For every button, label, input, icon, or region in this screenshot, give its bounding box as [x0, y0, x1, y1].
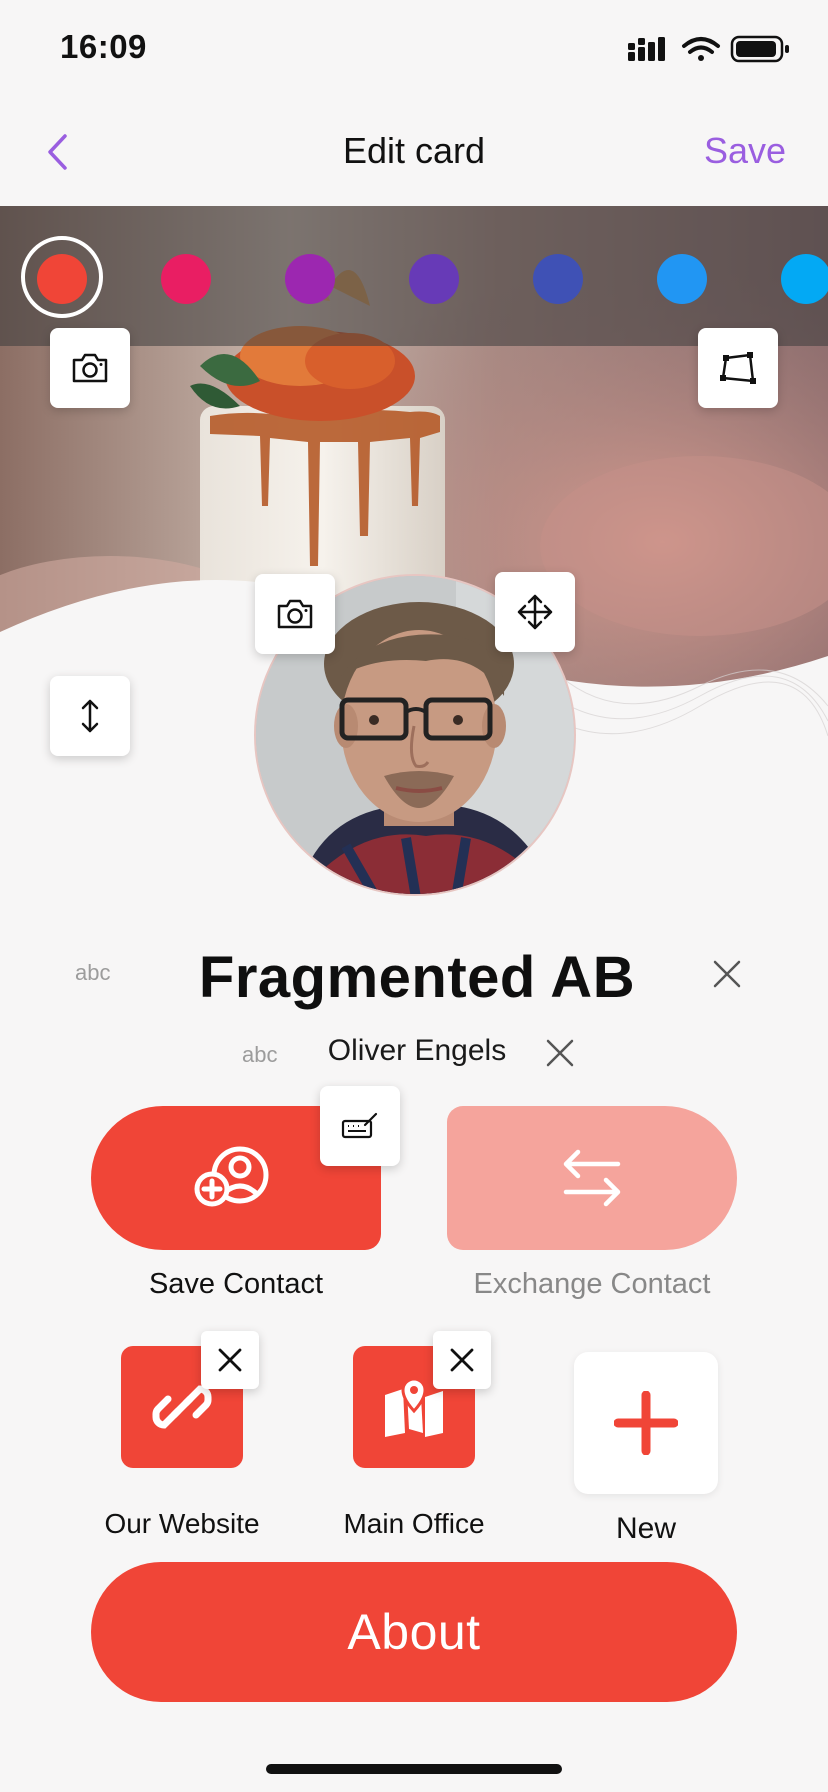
swatch-purple[interactable] [285, 254, 335, 304]
camera-icon [277, 599, 313, 629]
swatch-indigo[interactable] [533, 254, 583, 304]
person-name[interactable]: Oliver Engels [0, 1034, 828, 1068]
move-profile-photo-button[interactable] [495, 572, 575, 652]
home-indicator [266, 1764, 562, 1774]
link-label-website: Our Website [104, 1508, 260, 1539]
battery-icon [730, 35, 789, 63]
keyboard-edit-icon [341, 1112, 378, 1139]
link-label-main-office: Main Office [343, 1508, 485, 1539]
swatch-red[interactable] [37, 254, 87, 304]
signal-icon [628, 37, 665, 61]
status-icons [624, 34, 794, 64]
move-arrows-icon [517, 594, 553, 630]
swatch-blue[interactable] [657, 254, 707, 304]
plus-icon [614, 1391, 678, 1455]
camera-icon [72, 353, 108, 383]
remove-main-office-link-button[interactable] [433, 1331, 491, 1389]
change-profile-photo-button[interactable] [255, 574, 335, 654]
edit-button-style[interactable] [320, 1086, 400, 1166]
change-cover-photo-button[interactable] [50, 328, 130, 408]
close-icon [713, 960, 741, 988]
exchange-contact-label: Exchange Contact [473, 1268, 711, 1300]
close-icon [450, 1348, 474, 1372]
exchange-contact-button[interactable] [447, 1106, 737, 1250]
exchange-arrows-icon [563, 1149, 621, 1207]
crop-shape-icon [720, 352, 756, 384]
status-time: 16:09 [60, 28, 147, 65]
save-button[interactable]: Save [704, 130, 786, 172]
color-picker [0, 206, 828, 346]
vertical-arrows-icon [81, 699, 99, 733]
wifi-icon [682, 37, 720, 61]
remove-website-link-button[interactable] [201, 1331, 259, 1389]
add-contact-icon [194, 1146, 269, 1207]
clear-company-button[interactable] [707, 954, 747, 994]
swatch-pink[interactable] [161, 254, 211, 304]
close-icon [218, 1348, 242, 1372]
clear-person-button[interactable] [540, 1033, 580, 1073]
swatch-deep-purple[interactable] [409, 254, 459, 304]
add-link-label: New [615, 1512, 676, 1545]
about-button[interactable]: About [91, 1562, 737, 1702]
company-name[interactable]: Fragmented AB [0, 944, 828, 1011]
close-icon [546, 1039, 574, 1067]
resize-cover-button[interactable] [50, 676, 130, 756]
swatch-light-blue[interactable] [781, 254, 828, 304]
crop-cover-button[interactable] [698, 328, 778, 408]
save-contact-label: Save Contact [148, 1268, 324, 1300]
add-link-button[interactable] [574, 1352, 718, 1494]
